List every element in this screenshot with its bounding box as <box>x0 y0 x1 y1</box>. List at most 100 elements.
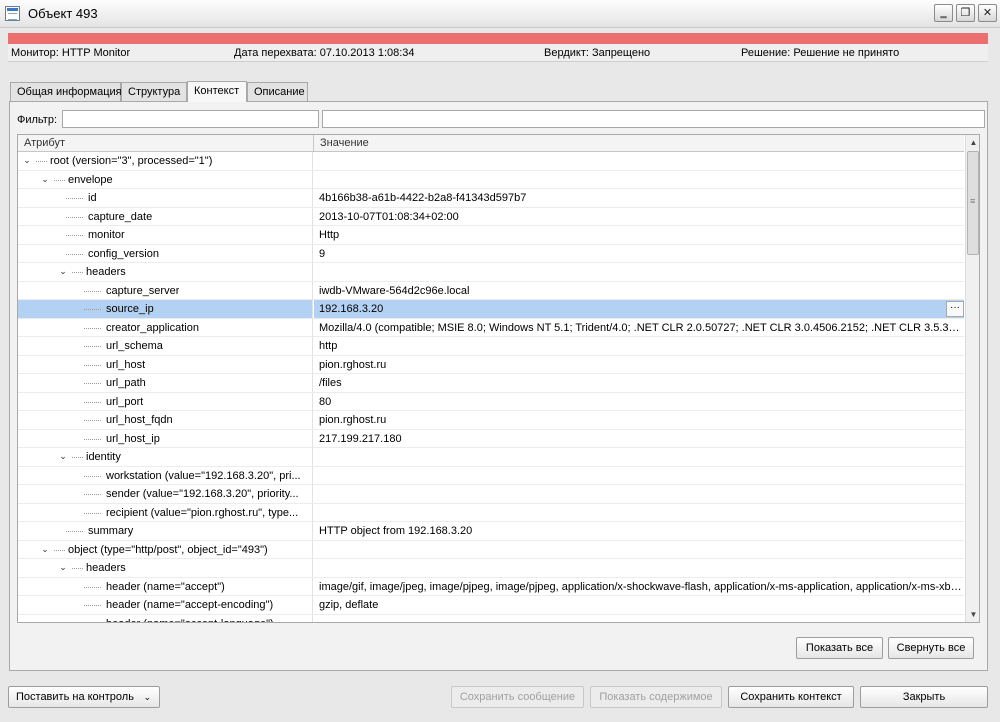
attribute-cell[interactable]: creator_application <box>18 318 313 337</box>
attribute-cell[interactable]: url_path <box>18 374 313 392</box>
value-cell[interactable]: 9 <box>314 245 964 263</box>
tree-row[interactable]: ⌄ object (type="http/post", object_id="49… <box>18 540 964 559</box>
value-cell[interactable] <box>314 541 964 559</box>
attribute-cell[interactable]: url_schema <box>18 337 313 355</box>
attribute-cell[interactable]: sender (value="192.168.3.20", priority..… <box>18 485 313 503</box>
attribute-cell[interactable]: capture_date <box>18 207 313 226</box>
attribute-cell[interactable]: summary <box>18 522 313 540</box>
value-cell[interactable]: /files <box>314 374 964 392</box>
tree-row[interactable]: url_port 80 <box>18 392 964 411</box>
scroll-thumb[interactable] <box>967 151 979 255</box>
value-cell[interactable]: 80 <box>314 393 964 411</box>
tree-row[interactable]: ⌄ root (version="3", processed="1") <box>18 152 964 171</box>
tree-row[interactable]: sender (value="192.168.3.20", priority..… <box>18 485 964 504</box>
value-cell[interactable] <box>314 263 964 281</box>
value-cell[interactable]: iwdb-VMware-564d2c96e.local <box>314 282 964 300</box>
attribute-cell[interactable]: header (name="accept") <box>18 577 313 596</box>
attribute-cell[interactable]: source_ip <box>18 300 313 318</box>
value-cell[interactable]: 192.168.3.20 <box>314 300 964 318</box>
tree-row[interactable]: monitor Http <box>18 226 964 245</box>
tree-row[interactable]: capture_date 2013-10-07T01:08:34+02:00 <box>18 207 964 226</box>
edit-value-button[interactable]: ··· <box>946 301 964 317</box>
minimize-button[interactable]: ‗ <box>934 4 953 22</box>
attribute-cell[interactable]: ⌄ identity <box>18 448 313 466</box>
tab-description[interactable]: Описание <box>247 82 308 102</box>
attribute-cell[interactable]: ⌄ root (version="3", processed="1") <box>18 152 313 170</box>
value-cell[interactable]: http <box>314 337 964 355</box>
tree-row[interactable]: url_host_fqdn pion.rghost.ru <box>18 411 964 430</box>
attribute-cell[interactable]: config_version <box>18 244 313 263</box>
tree-row[interactable]: id 4b166b38-a61b-4422-b2a8-f41343d597b7 <box>18 189 964 208</box>
tree-row[interactable]: config_version 9 <box>18 244 964 263</box>
value-cell[interactable] <box>314 467 964 485</box>
value-cell[interactable]: 2013-10-07T01:08:34+02:00 <box>314 208 964 226</box>
attribute-cell[interactable]: url_host <box>18 355 313 374</box>
tree-row[interactable]: url_host pion.rghost.ru <box>18 355 964 374</box>
expand-toggle-icon[interactable]: ⌄ <box>58 562 68 572</box>
save-message-button[interactable]: Сохранить сообщение <box>451 686 584 708</box>
value-cell[interactable] <box>314 152 964 170</box>
scroll-up-icon[interactable]: ▲ <box>966 135 979 150</box>
value-cell[interactable] <box>314 485 964 503</box>
value-cell[interactable]: Mozilla/4.0 (compatible; MSIE 8.0; Windo… <box>314 319 964 337</box>
attribute-cell[interactable]: workstation (value="192.168.3.20", pri..… <box>18 466 313 485</box>
close-button[interactable]: Закрыть <box>860 686 988 708</box>
save-context-button[interactable]: Сохранить контекст <box>728 686 854 708</box>
value-cell[interactable]: image/gif, image/jpeg, image/pjpeg, imag… <box>314 578 964 596</box>
value-cell[interactable]: pion.rghost.ru <box>314 411 964 429</box>
attribute-cell[interactable]: recipient (value="pion.rghost.ru", type.… <box>18 503 313 522</box>
tree-row[interactable]: header (name="accept-language") <box>18 614 964 623</box>
tree-row[interactable]: header (name="accept-encoding") gzip, def… <box>18 596 964 615</box>
value-cell[interactable]: 4b166b38-a61b-4422-b2a8-f41343d597b7 <box>314 189 964 207</box>
expand-toggle-icon[interactable]: ⌄ <box>58 266 68 276</box>
tree-row[interactable]: ⌄ identity <box>18 448 964 467</box>
tree-row[interactable]: creator_application Mozilla/4.0 (compatib… <box>18 318 964 337</box>
vertical-scrollbar[interactable]: ▲ ▼ <box>965 135 979 622</box>
put-on-control-dropdown[interactable]: Поставить на контроль ⌄ <box>8 686 160 708</box>
attribute-cell[interactable]: ⌄ object (type="http/post", object_id="49… <box>18 540 313 559</box>
tree-row[interactable]: ⌄ envelope <box>18 170 964 189</box>
tree-row[interactable]: summary HTTP object from 192.168.3.20 <box>18 522 964 541</box>
scroll-down-icon[interactable]: ▼ <box>966 607 979 622</box>
column-attribute[interactable]: Атрибут <box>24 137 65 149</box>
filter-value-input[interactable] <box>322 110 985 128</box>
tree-row[interactable]: ⌄ headers <box>18 263 964 282</box>
value-cell[interactable]: pion.rghost.ru <box>314 356 964 374</box>
attribute-cell[interactable]: url_host_fqdn <box>18 411 313 429</box>
attribute-cell[interactable]: header (name="accept-language") <box>18 614 313 622</box>
restore-button[interactable]: ❐ <box>956 4 975 22</box>
value-cell[interactable] <box>314 559 964 577</box>
value-cell[interactable]: HTTP object from 192.168.3.20 <box>314 522 964 540</box>
attribute-cell[interactable]: ⌄ headers <box>18 559 313 577</box>
value-cell[interactable] <box>314 448 964 466</box>
attribute-cell[interactable]: url_port <box>18 392 313 411</box>
expand-toggle-icon[interactable]: ⌄ <box>58 451 68 461</box>
attribute-cell[interactable]: ⌄ envelope <box>18 170 313 189</box>
tree-row[interactable]: source_ip 192.168.3.20 ··· <box>18 300 964 319</box>
collapse-all-button[interactable]: Свернуть все <box>888 637 974 659</box>
value-cell[interactable] <box>314 504 964 522</box>
value-cell[interactable]: gzip, deflate <box>314 596 964 614</box>
attribute-cell[interactable]: capture_server <box>18 281 313 300</box>
tab-structure[interactable]: Структура <box>121 82 187 102</box>
attribute-cell[interactable]: url_host_ip <box>18 429 313 448</box>
close-window-button[interactable]: ✕ <box>978 4 997 22</box>
expand-toggle-icon[interactable]: ⌄ <box>22 155 32 165</box>
tree-row[interactable]: capture_server iwdb-VMware-564d2c96e.loca… <box>18 281 964 300</box>
tree-row[interactable]: url_path/files <box>18 374 964 393</box>
tab-context[interactable]: Контекст <box>187 81 247 102</box>
show-all-button[interactable]: Показать все <box>796 637 883 659</box>
attribute-cell[interactable]: header (name="accept-encoding") <box>18 596 313 614</box>
expand-toggle-icon[interactable]: ⌄ <box>40 174 50 184</box>
tree-row[interactable]: ⌄ headers <box>18 559 964 578</box>
tab-general-info[interactable]: Общая информация <box>10 82 122 102</box>
tree-row[interactable]: header (name="accept") image/gif, image/j… <box>18 577 964 596</box>
tree-row[interactable]: workstation (value="192.168.3.20", pri..… <box>18 466 964 485</box>
attribute-cell[interactable]: id <box>18 189 313 207</box>
value-cell[interactable] <box>314 615 964 623</box>
column-value[interactable]: Значение <box>320 137 369 149</box>
expand-toggle-icon[interactable]: ⌄ <box>40 544 50 554</box>
tree-row[interactable]: recipient (value="pion.rghost.ru", type.… <box>18 503 964 522</box>
value-cell[interactable]: Http <box>314 226 964 244</box>
tree-row[interactable]: url_host_ip 217.199.217.180 <box>18 429 964 448</box>
